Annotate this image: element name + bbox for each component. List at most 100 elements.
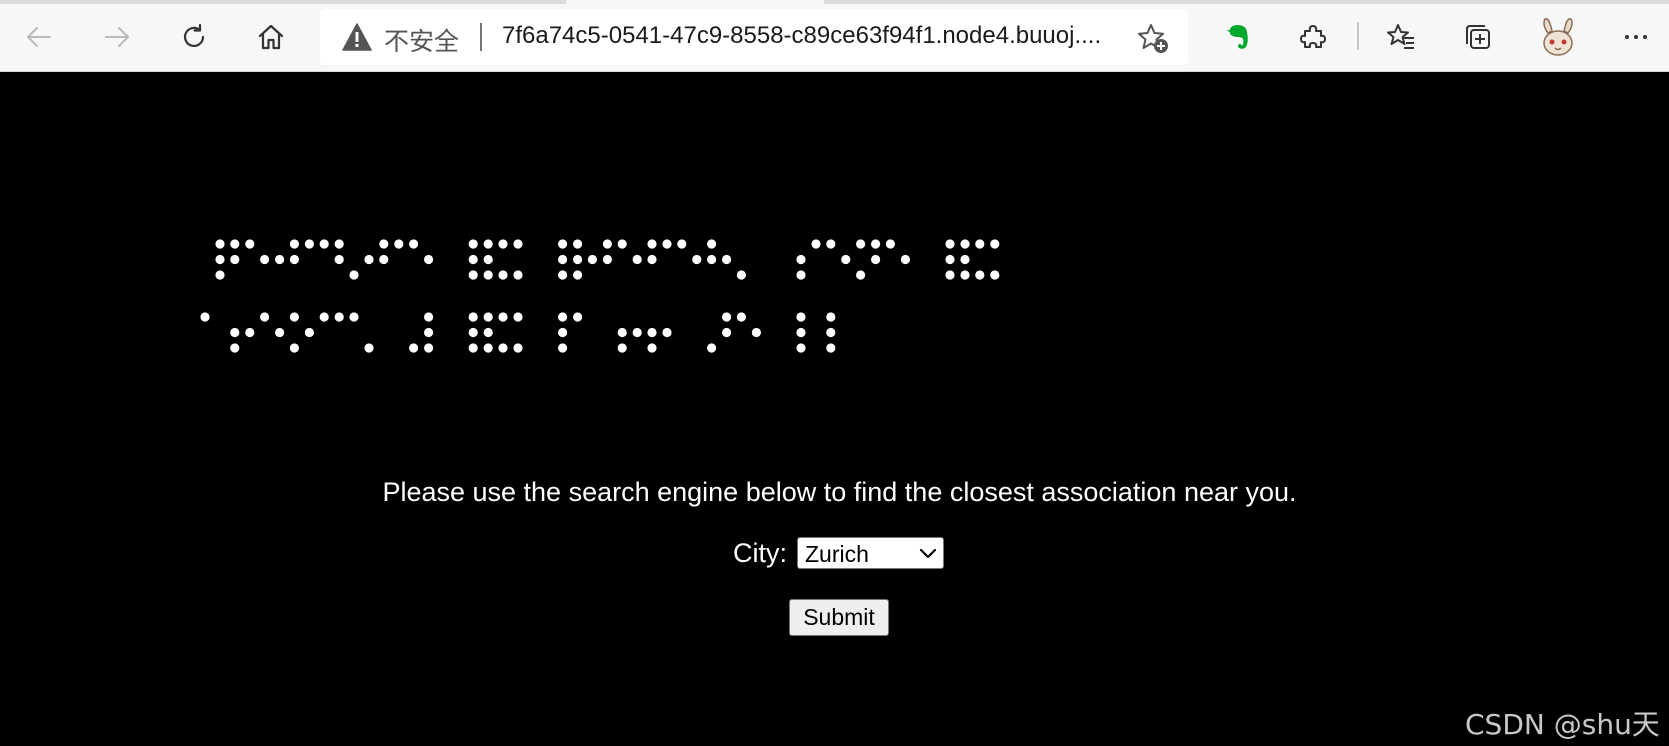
braille-dot: [647, 327, 657, 338]
rabbit-avatar-icon: [1543, 18, 1573, 56]
braille-dot: [632, 254, 642, 265]
collections-button[interactable]: [1458, 17, 1498, 57]
favorites-icon: [1387, 24, 1414, 49]
refresh-button[interactable]: [174, 17, 214, 57]
braille-dot: [498, 312, 508, 322]
submit-button[interactable]: Submit: [789, 599, 889, 636]
braille-cell: [468, 312, 493, 353]
braille-dot: [602, 239, 613, 249]
braille-dot: [707, 254, 717, 265]
address-bar[interactable]: 不安全 7f6a74c5-0541-47c9-8558-c89ce63f94f1…: [320, 9, 1188, 65]
braille-dot: [707, 343, 717, 353]
braille-dot: [751, 327, 762, 338]
braille-dot: [573, 312, 583, 322]
braille-dot: [975, 239, 985, 249]
braille-dot: [215, 254, 225, 265]
profile-button[interactable]: [1536, 15, 1580, 59]
braille-dot: [468, 343, 478, 353]
braille-cell: [215, 239, 225, 280]
braille-dot: [871, 239, 881, 249]
braille-cell: [975, 239, 1000, 280]
star-plus-icon[interactable]: [1136, 22, 1170, 54]
address-divider: [480, 23, 482, 51]
active-tab-edge[interactable]: [566, 0, 824, 4]
forward-button[interactable]: [97, 17, 137, 57]
braille-dot: [319, 312, 329, 322]
extensions-button[interactable]: [1294, 17, 1334, 57]
braille-cell: [230, 327, 255, 353]
braille-cell: [319, 239, 344, 265]
braille-dot: [722, 327, 732, 338]
braille-dot: [513, 239, 523, 249]
braille-text: [200, 239, 1000, 353]
braille-dot: [647, 254, 657, 265]
braille-cell: [826, 312, 836, 353]
braille-dot: [483, 254, 493, 265]
braille-cell: [736, 312, 762, 338]
tab-strip: [0, 0, 1669, 4]
insecure-label[interactable]: 不安全: [384, 22, 459, 58]
braille-dot: [900, 254, 911, 265]
braille-dot: [960, 270, 970, 280]
braille-dot: [662, 239, 672, 249]
braille-dot: [677, 239, 687, 249]
braille-dot: [394, 239, 404, 249]
refresh-icon: [183, 23, 205, 48]
braille-cell: [260, 254, 285, 265]
collections-icon: [1466, 25, 1490, 49]
favorites-button[interactable]: [1381, 17, 1421, 57]
braille-dot: [736, 312, 747, 322]
braille-cell: [230, 239, 255, 265]
braille-line: [200, 312, 836, 353]
braille-cell: [289, 239, 314, 265]
braille-dot: [975, 270, 985, 280]
braille-dot: [990, 270, 1000, 280]
braille-dot: [841, 254, 851, 265]
evernote-button[interactable]: [1217, 17, 1257, 57]
more-menu-button[interactable]: [1616, 17, 1656, 57]
braille-cell: [617, 239, 642, 265]
braille-dot: [856, 239, 866, 249]
braille-dot: [349, 270, 359, 280]
braille-dot: [409, 343, 419, 353]
braille-line: [215, 239, 1000, 280]
braille-cell: [260, 312, 285, 338]
braille-dot: [230, 327, 240, 338]
city-select[interactable]: Zurich: [797, 537, 944, 569]
braille-dot: [796, 327, 806, 338]
braille-dot: [602, 254, 613, 265]
braille-dot: [498, 343, 508, 353]
braille-cell: [289, 312, 314, 353]
home-button[interactable]: [251, 17, 291, 57]
braille-dot: [483, 343, 493, 353]
braille-dot: [945, 239, 955, 249]
braille-dot: [215, 239, 225, 249]
braille-dot: [796, 312, 806, 322]
braille-dot: [289, 254, 299, 265]
braille-cell: [617, 327, 642, 353]
braille-dot: [647, 239, 657, 249]
braille-dot: [573, 239, 583, 249]
braille-dot: [573, 254, 583, 265]
braille-cell: [349, 312, 374, 353]
braille-cell: [736, 270, 747, 280]
braille-cell: [587, 239, 613, 265]
braille-dot: [826, 343, 836, 353]
braille-dot: [826, 239, 836, 249]
braille-dot: [796, 343, 806, 353]
warning-icon[interactable]: [342, 23, 372, 51]
url-text[interactable]: 7f6a74c5-0541-47c9-8558-c89ce63f94f1.nod…: [502, 22, 1101, 50]
braille-dot: [796, 254, 806, 265]
braille-dot: [632, 327, 642, 338]
braille-dot: [230, 254, 240, 265]
search-instructions: Please use the search engine below to fi…: [382, 477, 1297, 507]
braille-dot: [424, 343, 434, 353]
braille-dot: [617, 343, 627, 353]
braille-dot: [468, 327, 478, 338]
braille-dot: [215, 270, 225, 280]
back-button[interactable]: [19, 17, 59, 57]
braille-dot: [558, 270, 568, 280]
braille-cell: [677, 239, 702, 265]
braille-dot: [617, 327, 627, 338]
braille-dot: [573, 270, 583, 280]
